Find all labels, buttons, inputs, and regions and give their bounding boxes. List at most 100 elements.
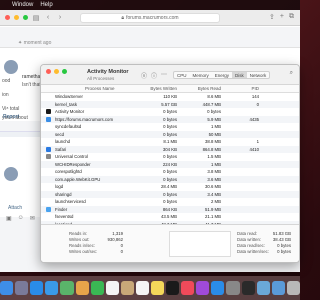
table-row[interactable]: Safari 304 KB 864.8 MB 4410: [41, 145, 299, 153]
process-name-cell: https://forums.macrumors.com: [55, 116, 114, 122]
address-bar[interactable]: 🔒︎ forums.macrumors.com: [80, 13, 220, 23]
app-icon: [46, 109, 51, 115]
menu-bar: Window Help: [0, 0, 300, 10]
bytes-read-cell: 21.1 MB: [204, 214, 221, 220]
photos-icon[interactable]: [75, 281, 89, 295]
downloads-icon[interactable]: [271, 281, 285, 295]
avatar[interactable]: [4, 60, 18, 74]
tv-icon[interactable]: [166, 281, 180, 295]
tab-disk[interactable]: Disk: [232, 72, 247, 78]
table-row[interactable]: WCHIDResponder 224 KB 1 MB: [41, 160, 299, 168]
app-store-icon[interactable]: [211, 281, 225, 295]
new-tab-icon[interactable]: +: [280, 13, 284, 21]
table-row[interactable]: com.apple.WebKit.GPU 0 bytes 3.6 MB: [41, 175, 299, 183]
summary-stat: Data written/sec: 0 bytes: [237, 249, 291, 255]
bytes-written-cell: 0 bytes: [163, 176, 177, 182]
table-row[interactable]: Finder 864 KB 51.9 MB: [41, 205, 299, 213]
share-icon[interactable]: ⇪: [269, 13, 275, 21]
table-row[interactable]: https://forums.macrumors.com 0 bytes 5.9 M…: [41, 115, 299, 123]
maps-icon[interactable]: [60, 281, 74, 295]
tab-energy[interactable]: Energy: [212, 72, 232, 78]
bytes-written-cell: 0 bytes: [163, 199, 177, 205]
pid-cell: 1: [256, 139, 259, 145]
process-name-cell: Finder: [55, 206, 68, 212]
search-icon[interactable]: ⌕: [290, 70, 293, 77]
table-row[interactable]: launchservicesd 0 bytes 2 MB: [41, 198, 299, 206]
table-row[interactable]: secd 0 bytes 50 MB: [41, 130, 299, 138]
forward-icon[interactable]: ›: [56, 14, 64, 21]
bytes-written-cell: 8.1 MB: [163, 139, 177, 145]
minimize-window-button[interactable]: [14, 15, 19, 20]
bytes-written-cell: 0 bytes: [163, 154, 177, 160]
back-icon[interactable]: ‹: [44, 14, 52, 21]
tab-memory[interactable]: Memory: [190, 72, 212, 78]
safari-toolbar: ▤ ‹ › 🔒︎ forums.macrumors.com ⇪ + ⧉: [0, 10, 300, 26]
table-row[interactable]: launchd 8.1 MB 38.8 MB 1: [41, 138, 299, 146]
zoom-window-button[interactable]: [23, 15, 28, 20]
attach-files-link[interactable]: Attach: [8, 205, 22, 211]
sidebar-icon[interactable]: ▤: [32, 14, 40, 22]
table-row[interactable]: sharingd 0 bytes 3.4 MB: [41, 190, 299, 198]
stat-value: 0: [120, 249, 123, 254]
process-name-cell: Universal Control: [55, 154, 88, 160]
table-row[interactable]: kernel_task 5.57 GB 448.7 MB 0: [41, 100, 299, 108]
table-row[interactable]: WindowServer 110 KB 8.6 MB 144: [41, 93, 299, 101]
bytes-read-cell: 1 MB: [210, 124, 221, 130]
table-row[interactable]: corespotlightd 0 bytes 3.8 MB: [41, 168, 299, 176]
column-header-bytes-written[interactable]: Bytes Written: [150, 86, 177, 91]
menu-item-window[interactable]: Window: [12, 2, 33, 8]
emoji-icon[interactable]: ☺: [18, 215, 24, 222]
column-header-process-name[interactable]: Process Name: [85, 86, 115, 91]
bytes-read-cell: 448.7 MB: [202, 101, 221, 107]
process-name-cell: syncdefaultsd: [55, 124, 82, 130]
info-icon[interactable]: ⓘ: [151, 71, 157, 80]
minimize-window-button[interactable]: [54, 69, 59, 74]
process-name-cell: launchd: [55, 139, 71, 145]
contacts-icon[interactable]: [120, 281, 134, 295]
calendar-icon[interactable]: [105, 281, 119, 295]
table-row[interactable]: Activity Monitor 0 bytes 0 bytes: [41, 108, 299, 116]
table-row[interactable]: logd 28.4 MB 30.6 MB: [41, 183, 299, 191]
menu-item-help[interactable]: Help: [40, 2, 52, 8]
tab-network[interactable]: Network: [247, 72, 270, 78]
finder-icon[interactable]: [0, 281, 14, 295]
preview-icon[interactable]: [256, 281, 270, 295]
reminders-icon[interactable]: [135, 281, 149, 295]
column-header-bytes-read[interactable]: Bytes Read: [198, 86, 221, 91]
music-icon[interactable]: [181, 281, 195, 295]
activity-monitor-toolbar: Activity Monitor All Processes ⓧ ⓘ ⋯ CPU…: [41, 65, 299, 85]
stop-process-icon[interactable]: ⓧ: [141, 71, 147, 80]
bytes-read-cell: 50 MB: [208, 131, 221, 137]
bytes-written-cell: 5.57 GB: [161, 101, 177, 107]
close-window-button[interactable]: [46, 69, 51, 74]
activity-monitor-icon[interactable]: [241, 281, 255, 295]
process-name-cell: Activity Monitor: [55, 109, 85, 115]
launchpad-icon[interactable]: [15, 281, 29, 295]
notes-icon[interactable]: [151, 281, 165, 295]
trash-icon[interactable]: [286, 281, 300, 295]
bytes-written-cell: 28.4 MB: [160, 184, 177, 190]
close-window-button[interactable]: [5, 15, 10, 20]
facetime-icon[interactable]: [90, 281, 104, 295]
more-icon[interactable]: ⋯: [161, 71, 167, 78]
column-header-pid[interactable]: PID: [251, 86, 259, 91]
zoom-window-button[interactable]: [62, 69, 67, 74]
process-name-cell: fseventsd: [55, 214, 74, 220]
disk-activity-graph: [169, 231, 231, 257]
image-icon[interactable]: ▣: [6, 215, 12, 222]
app-icon: [46, 154, 51, 160]
tab-cpu[interactable]: CPU: [174, 72, 190, 78]
mail-icon[interactable]: [45, 281, 59, 295]
report-link[interactable]: Report: [3, 114, 19, 120]
tab-overview-icon[interactable]: ⧉: [289, 13, 294, 21]
table-row[interactable]: syncdefaultsd 0 bytes 1 MB: [41, 123, 299, 131]
safari-icon[interactable]: [30, 281, 44, 295]
bytes-read-cell: 3.8 MB: [207, 169, 221, 175]
table-row[interactable]: Universal Control 0 bytes 1.5 MB: [41, 153, 299, 161]
table-row[interactable]: fseventsd 43.5 MB 21.1 MB: [41, 213, 299, 221]
settings-icon[interactable]: [226, 281, 240, 295]
podcasts-icon[interactable]: [196, 281, 210, 295]
mail-icon[interactable]: ✉: [30, 215, 35, 222]
bytes-written-cell: 0 bytes: [163, 169, 177, 175]
app-icon: [46, 206, 51, 212]
